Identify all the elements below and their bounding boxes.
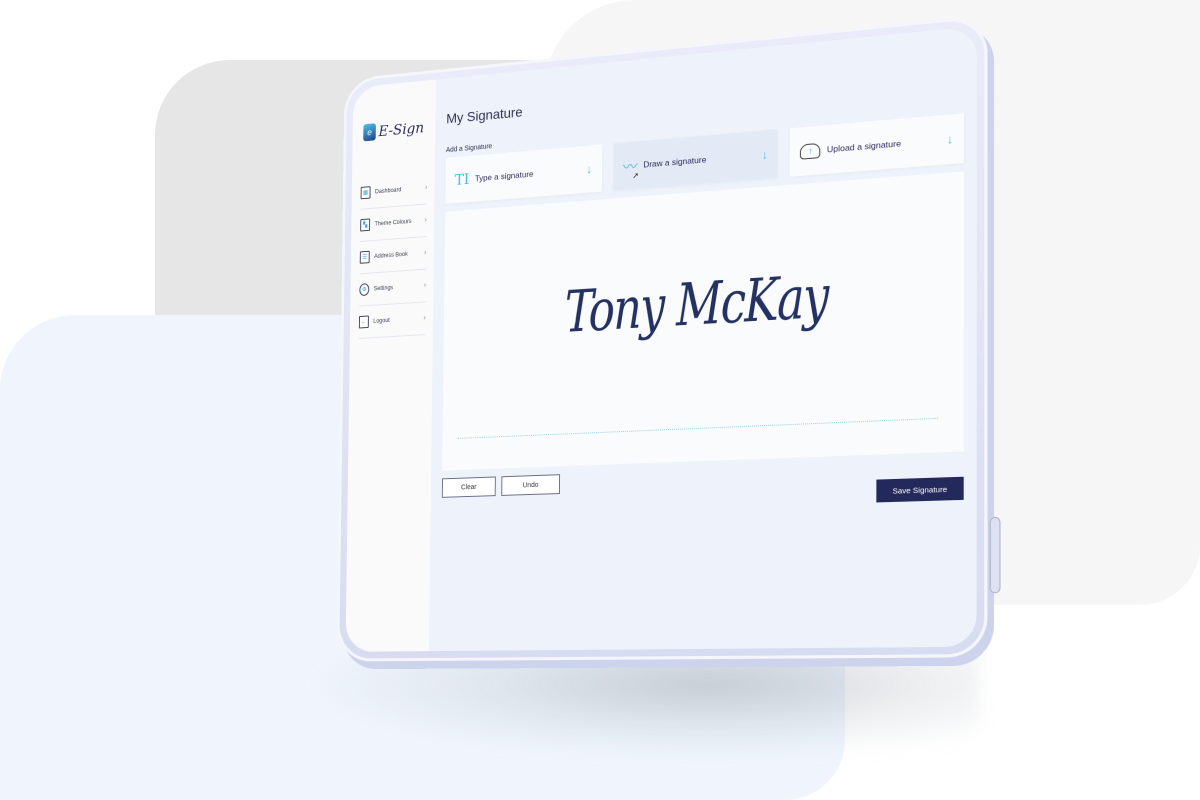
cloud-upload-icon: ↑: [800, 142, 821, 160]
action-buttons: Clear Undo Save Signature: [441, 460, 964, 515]
sidebar-item-dashboard[interactable]: ▦ Dashboard ›: [360, 171, 428, 210]
sidebar: e E-Sign ▦ Dashboard › ▚ Theme Colours ›…: [345, 79, 436, 652]
gear-icon: ⚙: [359, 283, 370, 297]
logo-icon: e: [363, 123, 376, 142]
option-draw-signature[interactable]: 〰 ➚ Draw a signature ↓: [613, 129, 779, 191]
clear-button[interactable]: Clear: [441, 476, 496, 498]
sidebar-item-theme-colours[interactable]: ▚ Theme Colours ›: [360, 204, 428, 242]
sidebar-item-label: Logout: [373, 317, 390, 325]
save-signature-button[interactable]: Save Signature: [876, 476, 964, 503]
sidebar-item-logout[interactable]: ← Logout ›: [358, 302, 426, 339]
mouse-cursor-icon: ➚: [632, 170, 640, 181]
sidebar-item-label: Address Book: [374, 251, 408, 260]
palette-icon: ▚: [360, 218, 371, 232]
arrow-down-icon: ↓: [946, 131, 954, 147]
sidebar-item-address-book[interactable]: ☰ Address Book ›: [359, 237, 427, 275]
arrow-down-icon: ↓: [586, 161, 593, 177]
chevron-right-icon: ›: [425, 184, 428, 192]
arrow-down-icon: ↓: [761, 147, 768, 162]
dashboard-icon: ▦: [360, 186, 371, 200]
sidebar-item-label: Theme Colours: [374, 218, 412, 228]
chevron-right-icon: ›: [424, 249, 427, 257]
chevron-right-icon: ›: [423, 314, 426, 322]
signature-drawing: Tony McKay: [564, 261, 828, 346]
signature-baseline: [457, 417, 938, 439]
signature-canvas[interactable]: Tony McKay: [442, 171, 964, 471]
undo-button[interactable]: Undo: [501, 474, 561, 496]
chevron-right-icon: ›: [423, 282, 427, 290]
chevron-right-icon: ›: [424, 216, 427, 224]
main-content: My Signature Add a Signature TI Type a s…: [429, 26, 977, 651]
option-label: Type a signature: [474, 168, 534, 184]
stage: e E-Sign ▦ Dashboard › ▚ Theme Colours ›…: [0, 0, 1200, 800]
sidebar-item-label: Settings: [373, 284, 394, 292]
tablet-side-button: [989, 516, 1001, 594]
option-label: Draw a signature: [643, 154, 707, 170]
option-label: Upload a signature: [826, 138, 902, 155]
logo-text: E-Sign: [378, 118, 425, 141]
option-upload-signature[interactable]: ↑ Upload a signature ↓: [789, 113, 964, 177]
tablet-device: e E-Sign ▦ Dashboard › ▚ Theme Colours ›…: [336, 14, 1001, 662]
logo[interactable]: e E-Sign: [361, 118, 428, 142]
text-cursor-icon: TI: [454, 170, 470, 189]
app-screen: e E-Sign ▦ Dashboard › ▚ Theme Colours ›…: [345, 26, 977, 652]
option-type-signature[interactable]: TI Type a signature ↓: [445, 144, 602, 204]
sidebar-item-settings[interactable]: ⚙ Settings ›: [359, 269, 427, 307]
logout-icon: ←: [358, 315, 369, 329]
address-book-icon: ☰: [359, 250, 370, 264]
page-title: My Signature: [446, 103, 523, 127]
sidebar-item-label: Dashboard: [374, 186, 402, 195]
